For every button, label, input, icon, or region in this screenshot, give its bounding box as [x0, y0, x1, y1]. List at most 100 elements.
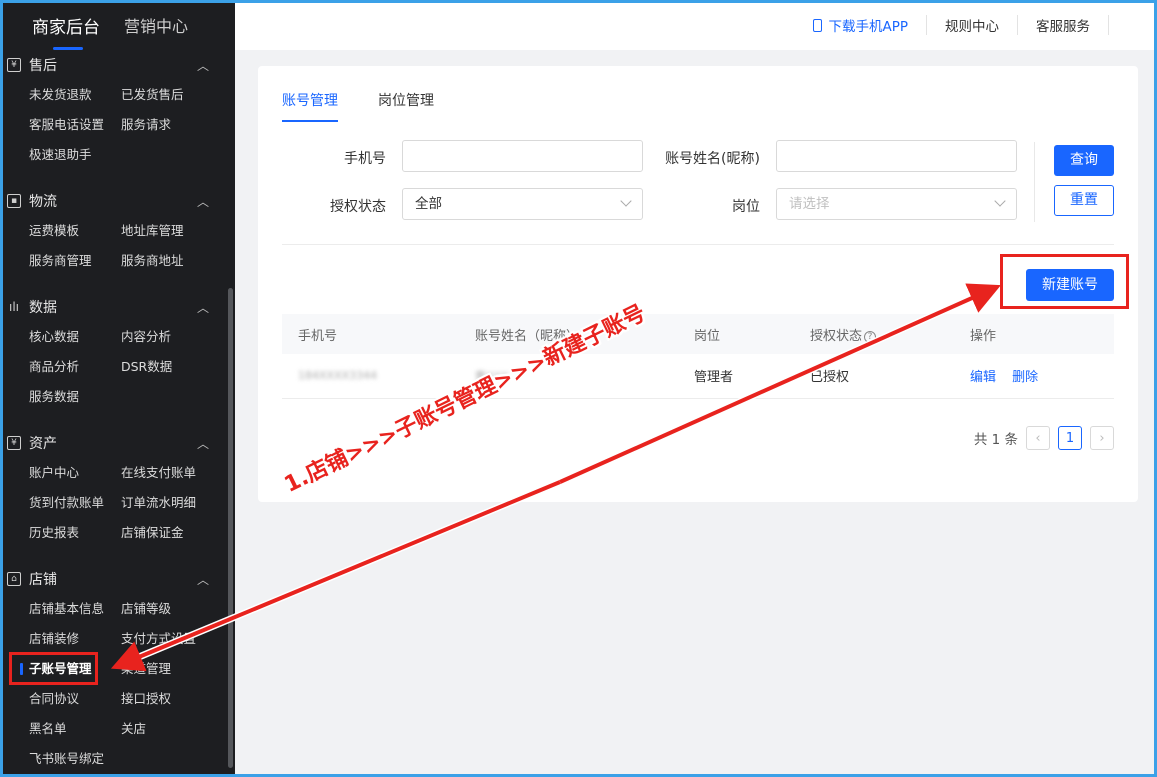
sidebar-item[interactable]: 飞书账号绑定: [29, 744, 121, 774]
sidebar-item[interactable]: 极速退助手: [29, 140, 121, 170]
sidebar-section-assets: ¥ 资产 ︿ 账户中心 在线支付账单 货到付款账单 订单流水明细 历史报表 店铺…: [0, 428, 235, 548]
auth-status-select[interactable]: 全部: [402, 188, 643, 220]
sidebar-item[interactable]: 已发货售后: [121, 80, 231, 110]
sidebar-item[interactable]: 商品分析: [29, 352, 121, 382]
col-phone: 手机号: [282, 314, 459, 354]
sidebar-item[interactable]: 订单流水明细: [121, 488, 231, 518]
chevron-up-icon[interactable]: ︿: [197, 57, 209, 74]
sidebar-item[interactable]: 运费模板: [29, 216, 121, 246]
sidebar-item[interactable]: 历史报表: [29, 518, 121, 548]
tab-marketing-center[interactable]: 营销中心: [124, 13, 188, 37]
sidebar-item[interactable]: 货到付款账单: [29, 488, 121, 518]
yen-icon: ¥: [7, 436, 21, 450]
next-page-button[interactable]: ›: [1090, 426, 1114, 450]
highlight-box-subaccount: [9, 652, 98, 685]
delete-link[interactable]: 删除: [1012, 370, 1038, 385]
sidebar-item[interactable]: 未发货退款: [29, 80, 121, 110]
chevron-up-icon[interactable]: ︿: [197, 299, 209, 316]
sidebar-item[interactable]: DSR数据: [121, 352, 231, 382]
phone-label: 手机号: [344, 151, 386, 167]
sidebar-item[interactable]: 合同协议: [29, 684, 121, 714]
download-app-link[interactable]: 下载手机APP: [795, 15, 927, 35]
sidebar-item[interactable]: 接口授权: [121, 684, 231, 714]
sidebar-item[interactable]: 店铺基本信息: [29, 594, 121, 624]
phone-icon: [813, 18, 823, 32]
sidebar-item[interactable]: 服务商地址: [121, 246, 231, 276]
name-label: 账号姓名(昵称): [665, 151, 760, 167]
post-label: 岗位: [732, 199, 760, 215]
section-header[interactable]: ▪ 物流 ︿: [7, 186, 235, 216]
auth-status-value: 全部: [415, 196, 442, 212]
col-status-label: 授权状态: [810, 328, 863, 344]
top-header: 下载手机APP 规则中心 客服服务: [235, 0, 1157, 50]
tab-post-management[interactable]: 岗位管理: [378, 90, 434, 122]
section-title: 数据: [29, 300, 57, 316]
chevron-up-icon[interactable]: ︿: [197, 435, 209, 452]
truck-icon: ▪: [7, 194, 21, 208]
sidebar-section-logistics: ▪ 物流 ︿ 运费模板 地址库管理 服务商管理 服务商地址: [0, 186, 235, 276]
pagination: 共 1 条 ‹ 1 ›: [974, 426, 1114, 450]
form-divider: [1034, 142, 1035, 222]
chevron-down-icon: [994, 195, 1006, 207]
sidebar-top-tabs: 商家后台 营销中心: [0, 0, 235, 50]
tab-account-management[interactable]: 账号管理: [282, 90, 338, 122]
sidebar-item[interactable]: 关店: [121, 714, 231, 744]
sidebar-item[interactable]: 在线支付账单: [121, 458, 231, 488]
sidebar-item[interactable]: 店铺等级: [121, 594, 231, 624]
section-divider: [282, 244, 1114, 245]
prev-page-button[interactable]: ‹: [1026, 426, 1050, 450]
account-table: 手机号 账号姓名（昵称） 岗位 授权状态? 操作 184XXXX3344 曹XX…: [282, 314, 1114, 399]
tab-bar: 账号管理 岗位管理: [282, 90, 434, 122]
customer-service-link[interactable]: 客服服务: [1018, 15, 1109, 35]
phone-input[interactable]: [402, 140, 643, 172]
chevron-up-icon[interactable]: ︿: [197, 193, 209, 210]
sidebar-item[interactable]: 客服电话设置: [29, 110, 121, 140]
edit-link[interactable]: 编辑: [970, 370, 996, 385]
sidebar-scrollbar[interactable]: [228, 288, 233, 768]
reset-button[interactable]: 重置: [1054, 185, 1114, 216]
table-header-row: 手机号 账号姓名（昵称） 岗位 授权状态? 操作: [282, 314, 1114, 354]
sidebar-item[interactable]: 支付方式设置: [121, 624, 231, 654]
page-number[interactable]: 1: [1058, 426, 1082, 450]
section-header[interactable]: ¥ 售后 ︿: [7, 50, 235, 80]
col-post: 岗位: [678, 314, 794, 354]
sidebar-item[interactable]: 黑名单: [29, 714, 121, 744]
section-title: 资产: [29, 436, 57, 452]
tab-merchant-backend[interactable]: 商家后台: [32, 13, 100, 38]
auth-status-label: 授权状态: [330, 199, 386, 215]
section-header[interactable]: ¥ 资产 ︿: [7, 428, 235, 458]
name-input[interactable]: [776, 140, 1017, 172]
section-title: 售后: [29, 58, 57, 74]
store-icon: ⌂: [7, 572, 21, 586]
section-header[interactable]: ılı 数据 ︿: [7, 292, 235, 322]
phone-value-blurred: 184XXXX3344: [298, 369, 378, 383]
query-button[interactable]: 查询: [1054, 145, 1114, 176]
table-row: 184XXXX3344 曹XXX 管理者 已授权 编辑 删除: [282, 354, 1114, 399]
sidebar-item[interactable]: 服务请求: [121, 110, 231, 140]
sidebar-item[interactable]: 核心数据: [29, 322, 121, 352]
cell-post: 管理者: [678, 354, 794, 399]
section-title: 物流: [29, 194, 57, 210]
sidebar-item[interactable]: 渠道管理: [121, 654, 231, 684]
sidebar-section-aftersale: ¥ 售后 ︿ 未发货退款 已发货售后 客服电话设置 服务请求 极速退助手: [0, 50, 235, 170]
total-count: 共 1 条: [973, 432, 1018, 448]
col-actions: 操作: [954, 314, 1114, 354]
new-account-button[interactable]: 新建账号: [1026, 269, 1114, 301]
cell-phone: 184XXXX3344: [282, 354, 459, 399]
sidebar-item[interactable]: 服务商管理: [29, 246, 121, 276]
sidebar-item[interactable]: 店铺保证金: [121, 518, 231, 548]
sidebar-item[interactable]: 账户中心: [29, 458, 121, 488]
sidebar-item[interactable]: 内容分析: [121, 322, 231, 352]
section-header[interactable]: ⌂ 店铺 ︿: [7, 564, 235, 594]
sidebar-item[interactable]: 服务数据: [29, 382, 121, 412]
bar-chart-icon: ılı: [8, 300, 19, 314]
sidebar-item[interactable]: 地址库管理: [121, 216, 231, 246]
post-select[interactable]: 请选择: [776, 188, 1017, 220]
yen-icon: ¥: [7, 58, 21, 72]
chevron-up-icon[interactable]: ︿: [197, 571, 209, 588]
sidebar-item[interactable]: 店铺装修: [29, 624, 121, 654]
sidebar-section-data: ılı 数据 ︿ 核心数据 内容分析 商品分析 DSR数据 服务数据: [0, 292, 235, 412]
rules-center-link[interactable]: 规则中心: [927, 15, 1018, 35]
question-icon[interactable]: ?: [864, 330, 877, 343]
cell-status: 已授权: [794, 354, 954, 399]
